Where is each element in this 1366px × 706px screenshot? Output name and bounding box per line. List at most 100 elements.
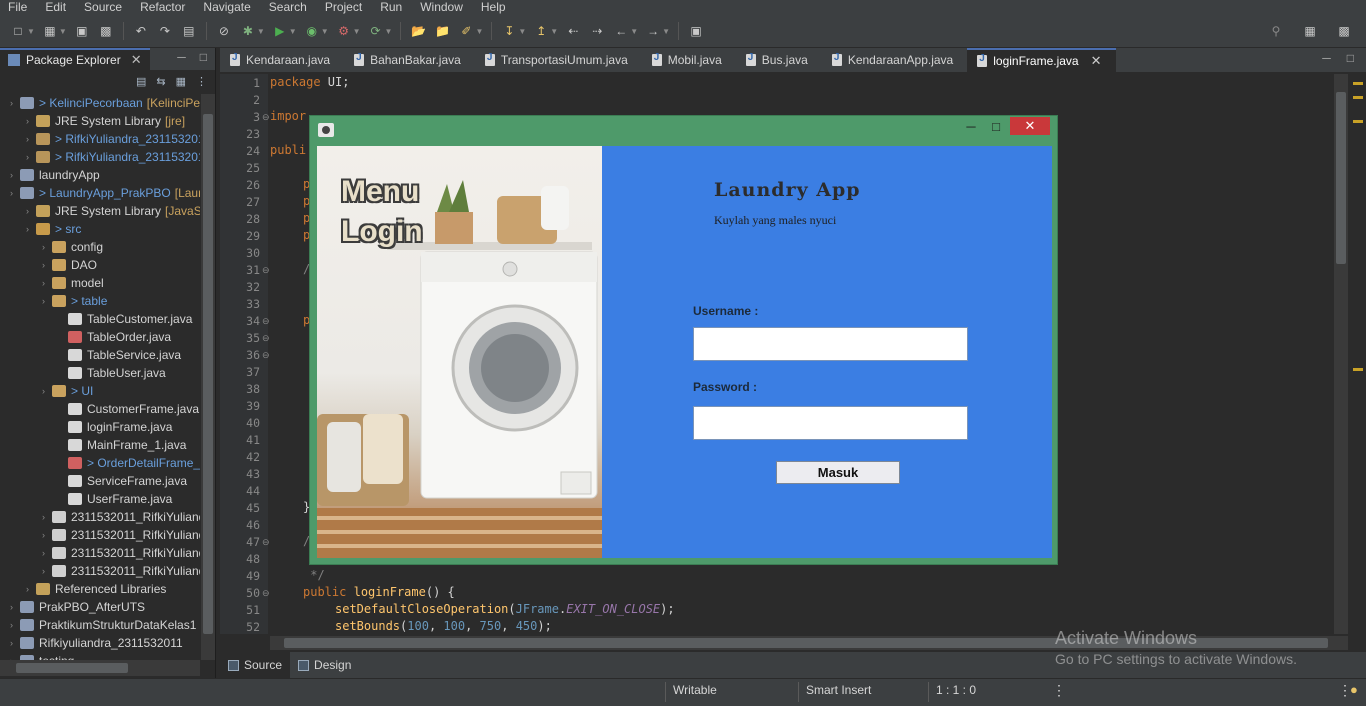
perspective-open-icon[interactable]: ▦ bbox=[1301, 22, 1319, 40]
package-explorer-tab[interactable]: Package Explorer ✕ bbox=[0, 48, 150, 70]
java-perspective-icon[interactable]: ▩ bbox=[1335, 22, 1353, 40]
tab-kendaraanapp[interactable]: KendaraanApp.java bbox=[822, 48, 967, 72]
tree-item[interactable]: TableService.java bbox=[0, 346, 200, 364]
tree-item[interactable]: › > KelinciPecorbaan [KelinciPe bbox=[0, 94, 200, 112]
skip-breakpoints-icon[interactable]: ⊘ bbox=[215, 22, 233, 40]
fold-toggle-icon[interactable]: ⊖ bbox=[262, 112, 270, 123]
search-icon[interactable]: ⚲ bbox=[1267, 22, 1285, 40]
last-edit-icon[interactable]: ⇠ bbox=[564, 22, 582, 40]
fold-toggle-icon[interactable]: ⊖ bbox=[262, 537, 270, 548]
new-project-dropdown-icon[interactable]: ▼ bbox=[59, 27, 67, 36]
tree-item[interactable]: › PraktikumStrukturDataKelas1 bbox=[0, 616, 200, 634]
debug-dropdown-icon[interactable]: ▼ bbox=[257, 27, 265, 36]
next-annotation-icon[interactable]: ↧ bbox=[500, 22, 518, 40]
pin-editor-icon[interactable]: ▣ bbox=[687, 22, 705, 40]
tab-loginframe[interactable]: loginFrame.java ✕ bbox=[967, 48, 1116, 72]
tab-bus[interactable]: Bus.java bbox=[736, 48, 822, 72]
menu-search[interactable]: Search bbox=[261, 0, 317, 15]
tree-twisty-icon[interactable]: › bbox=[42, 292, 52, 310]
tree-item[interactable]: › 2311532011_RifkiYuliand bbox=[0, 562, 200, 580]
tree-item[interactable]: › Rifkiyuliandra_2311532011 bbox=[0, 634, 200, 652]
overview-ruler[interactable] bbox=[1350, 74, 1366, 634]
editor-scrollbar[interactable] bbox=[1334, 74, 1348, 634]
tree-item[interactable]: › testing bbox=[0, 652, 200, 660]
maximize-icon[interactable]: □ bbox=[1347, 51, 1354, 65]
tree-twisty-icon[interactable]: › bbox=[10, 598, 20, 616]
menu-help[interactable]: Help bbox=[473, 0, 516, 15]
coverage-icon[interactable]: ◉ bbox=[303, 22, 321, 40]
tree-twisty-icon[interactable]: › bbox=[42, 544, 52, 562]
lightbulb-icon[interactable]: ● bbox=[1342, 679, 1358, 706]
minimize-icon[interactable]: ─ bbox=[1322, 51, 1331, 65]
tab-design[interactable]: Design bbox=[290, 652, 359, 678]
maximize-button[interactable]: □ bbox=[983, 118, 1009, 138]
tree-item[interactable]: › model bbox=[0, 274, 200, 292]
view-menu-icon[interactable]: ⋮ bbox=[196, 75, 207, 88]
password-input[interactable] bbox=[693, 406, 968, 440]
console-icon[interactable]: ▤ bbox=[180, 22, 198, 40]
forward-dropdown-icon[interactable]: ▼ bbox=[662, 27, 670, 36]
warning-marker[interactable] bbox=[1353, 82, 1363, 85]
scrollbar-thumb[interactable] bbox=[203, 114, 213, 634]
open-type-icon[interactable]: 📂 bbox=[409, 22, 427, 40]
status-menu-icon[interactable]: ⋮ bbox=[1044, 679, 1066, 706]
tree-item[interactable]: › 2311532011_RifkiYuliand bbox=[0, 526, 200, 544]
debug-icon[interactable]: ✱ bbox=[239, 22, 257, 40]
tab-transportasiumum[interactable]: TransportasiUmum.java bbox=[475, 48, 642, 72]
maximize-icon[interactable]: □ bbox=[200, 50, 207, 64]
warning-marker[interactable] bbox=[1353, 96, 1363, 99]
tree-item[interactable]: › PrakPBO_AfterUTS bbox=[0, 598, 200, 616]
tree-item[interactable]: › laundryApp bbox=[0, 166, 200, 184]
tree-item[interactable]: › > table bbox=[0, 292, 200, 310]
tree-item[interactable]: loginFrame.java bbox=[0, 418, 200, 436]
scrollbar-thumb[interactable] bbox=[1336, 92, 1346, 264]
tab-kendaraan[interactable]: Kendaraan.java bbox=[220, 48, 344, 72]
tree-twisty-icon[interactable]: › bbox=[26, 112, 36, 130]
fold-toggle-icon[interactable]: ⊖ bbox=[262, 350, 270, 361]
close-icon[interactable]: ✕ bbox=[1091, 53, 1102, 69]
login-window-titlebar[interactable]: ─ □ ✕ bbox=[310, 116, 1057, 144]
warning-marker[interactable] bbox=[1353, 120, 1363, 123]
tree-twisty-icon[interactable]: › bbox=[42, 526, 52, 544]
tree-item[interactable]: › JRE System Library [jre] bbox=[0, 112, 200, 130]
tree-twisty-icon[interactable]: › bbox=[10, 652, 20, 660]
tree-twisty-icon[interactable]: › bbox=[26, 148, 36, 166]
tree-item[interactable]: MainFrame_1.java bbox=[0, 436, 200, 454]
forward-edit-icon[interactable]: ⇢ bbox=[588, 22, 606, 40]
menu-navigate[interactable]: Navigate bbox=[195, 0, 260, 15]
tree-twisty-icon[interactable]: › bbox=[42, 508, 52, 526]
tree-twisty-icon[interactable]: › bbox=[26, 130, 36, 148]
external-tools-icon[interactable]: ⚙ bbox=[335, 22, 353, 40]
run-icon[interactable]: ▶ bbox=[271, 22, 289, 40]
tree-item[interactable]: ServiceFrame.java bbox=[0, 472, 200, 490]
redo-icon[interactable]: ↷ bbox=[156, 22, 174, 40]
refresh-icon[interactable]: ⟳ bbox=[367, 22, 385, 40]
tree-item[interactable]: › JRE System Library[JavaSE- bbox=[0, 202, 200, 220]
tree-twisty-icon[interactable]: › bbox=[42, 382, 52, 400]
tree-item[interactable]: › DAO bbox=[0, 256, 200, 274]
new-project-icon[interactable]: ▦ bbox=[41, 22, 59, 40]
save-icon[interactable]: ▣ bbox=[73, 22, 91, 40]
menu-file[interactable]: File bbox=[0, 0, 37, 15]
run-dropdown-icon[interactable]: ▼ bbox=[289, 27, 297, 36]
username-input[interactable] bbox=[693, 327, 968, 361]
tree-item[interactable]: › > src bbox=[0, 220, 200, 238]
prev-annotation-icon[interactable]: ↥ bbox=[532, 22, 550, 40]
refresh-dropdown-icon[interactable]: ▼ bbox=[385, 27, 393, 36]
tree-twisty-icon[interactable]: › bbox=[42, 256, 52, 274]
external-tools-dropdown-icon[interactable]: ▼ bbox=[353, 27, 361, 36]
tree-item[interactable]: › config bbox=[0, 238, 200, 256]
tree-twisty-icon[interactable]: › bbox=[10, 634, 20, 652]
collapse-all-icon[interactable]: ▤ bbox=[136, 75, 146, 88]
tab-source[interactable]: Source bbox=[220, 652, 291, 678]
tree-item[interactable]: › > LaundryApp_PrakPBO [Laur bbox=[0, 184, 200, 202]
tree-item[interactable]: TableUser.java bbox=[0, 364, 200, 382]
menu-refactor[interactable]: Refactor bbox=[132, 0, 195, 15]
tab-mobil[interactable]: Mobil.java bbox=[642, 48, 736, 72]
tree-item[interactable]: › Referenced Libraries bbox=[0, 580, 200, 598]
forward-icon[interactable]: → bbox=[644, 22, 662, 40]
undo-icon[interactable]: ↶ bbox=[132, 22, 150, 40]
package-explorer-scrollbar[interactable] bbox=[201, 94, 215, 660]
tree-item[interactable]: UserFrame.java bbox=[0, 490, 200, 508]
tree-item[interactable]: › 2311532011_RifkiYuliand bbox=[0, 544, 200, 562]
